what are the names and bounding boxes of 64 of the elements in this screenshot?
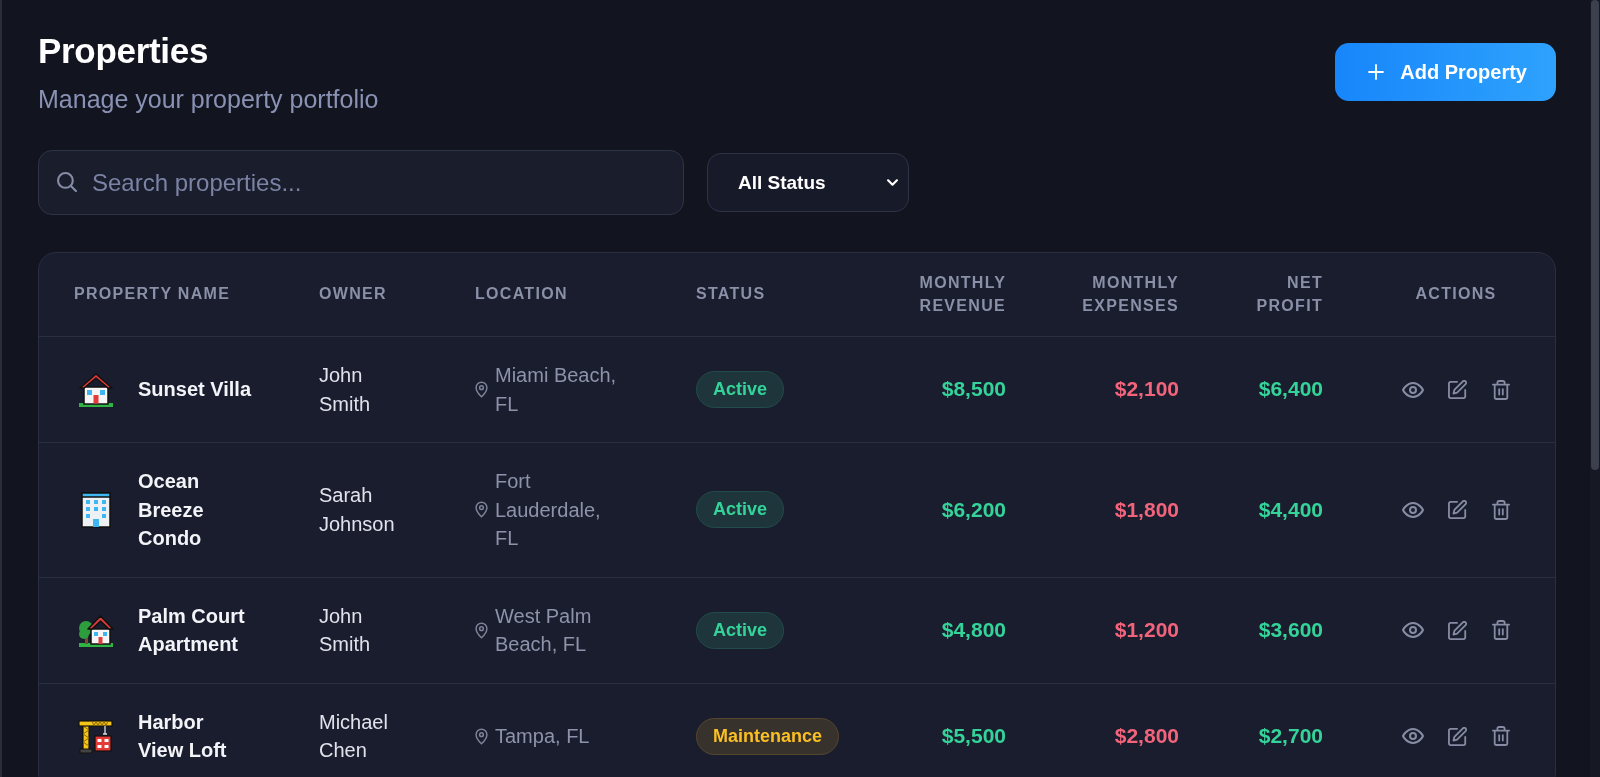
pencil-square-icon[interactable] bbox=[1448, 500, 1468, 520]
column-header: MONTHLY REVENUE bbox=[919, 273, 1006, 316]
page-title: Properties bbox=[38, 30, 210, 72]
trash-icon[interactable] bbox=[1492, 379, 1510, 400]
profit-amount: $6,400 bbox=[1258, 376, 1323, 403]
expenses-amount: $1,200 bbox=[1114, 616, 1179, 643]
status-badge: Active bbox=[696, 611, 785, 649]
eye-icon[interactable] bbox=[1402, 381, 1424, 398]
revenue-amount: $6,200 bbox=[941, 496, 1006, 523]
owner-name: John Smith bbox=[319, 603, 372, 657]
pencil-square-icon[interactable] bbox=[1448, 726, 1468, 746]
location-text: Miami Beach, FL bbox=[495, 363, 618, 417]
column-header: OWNER bbox=[319, 284, 387, 305]
search-field[interactable]: Search properties... bbox=[38, 150, 684, 215]
column-header: MONTHLY EXPENSES bbox=[1082, 273, 1179, 316]
location-text: West Palm Beach, FL bbox=[495, 603, 593, 657]
expenses-amount: $1,800 bbox=[1114, 496, 1179, 523]
location-text: Fort Lauderdale, FL bbox=[495, 469, 602, 551]
status-badge: Active bbox=[696, 491, 785, 529]
map-pin-icon bbox=[475, 501, 488, 519]
profit-amount: $2,700 bbox=[1258, 722, 1323, 749]
property-name: Harbor View Loft bbox=[138, 709, 228, 763]
page-subtitle: Manage your property portfolio bbox=[38, 84, 379, 114]
revenue-amount: $5,500 bbox=[941, 722, 1006, 749]
scrollbar-thumb[interactable] bbox=[1591, 0, 1599, 470]
pencil-square-icon[interactable] bbox=[1448, 620, 1468, 640]
map-pin-icon bbox=[475, 381, 488, 398]
eye-icon[interactable] bbox=[1402, 728, 1424, 744]
status-badge: Active bbox=[696, 371, 785, 408]
expenses-amount: $2,100 bbox=[1114, 376, 1179, 403]
map-pin-icon bbox=[475, 621, 488, 639]
plus-icon bbox=[1368, 64, 1385, 80]
search-icon bbox=[57, 172, 77, 192]
chevron-down-icon bbox=[887, 179, 898, 186]
profit-amount: $3,600 bbox=[1258, 616, 1323, 643]
column-header: ACTIONS bbox=[1415, 284, 1497, 305]
crane-icon bbox=[78, 718, 114, 754]
owner-name: Sarah Johnson bbox=[319, 483, 396, 537]
map-pin-icon bbox=[475, 727, 488, 745]
office-building-icon bbox=[78, 491, 114, 528]
expenses-amount: $2,800 bbox=[1114, 722, 1179, 749]
house-with-tree-icon bbox=[78, 612, 114, 648]
status-dropdown[interactable]: All Status bbox=[707, 153, 909, 212]
revenue-amount: $8,500 bbox=[941, 376, 1006, 403]
column-header: LOCATION bbox=[475, 284, 568, 305]
column-header: PROPERTY NAME bbox=[74, 284, 231, 305]
column-header: NET PROFIT bbox=[1256, 273, 1323, 316]
property-name: Palm Court Apartment bbox=[138, 603, 246, 657]
trash-icon[interactable] bbox=[1492, 620, 1510, 640]
pencil-square-icon[interactable] bbox=[1448, 380, 1468, 399]
house-icon bbox=[78, 371, 114, 408]
owner-name: Michael Chen bbox=[319, 709, 389, 763]
status-badge: Maintenance bbox=[696, 717, 840, 755]
profit-amount: $4,400 bbox=[1258, 496, 1323, 523]
property-name: Ocean Breeze Condo bbox=[138, 469, 205, 551]
eye-icon[interactable] bbox=[1402, 622, 1424, 638]
property-name: Sunset Villa bbox=[138, 377, 253, 403]
trash-icon[interactable] bbox=[1492, 499, 1510, 520]
revenue-amount: $4,800 bbox=[941, 616, 1006, 643]
owner-name: John Smith bbox=[319, 363, 372, 417]
trash-icon[interactable] bbox=[1492, 726, 1510, 746]
column-header: STATUS bbox=[696, 284, 766, 305]
location-text: Tampa, FL bbox=[495, 723, 591, 749]
eye-icon[interactable] bbox=[1402, 501, 1424, 518]
